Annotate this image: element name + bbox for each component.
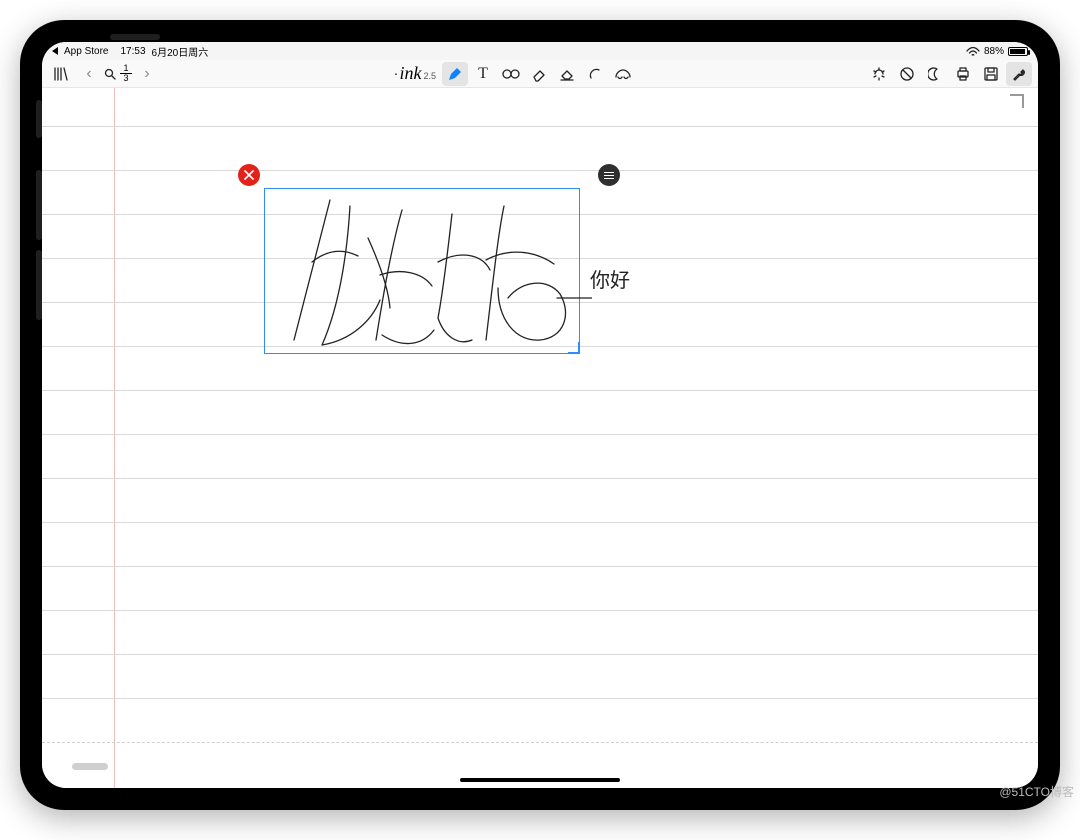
screen: App Store 17:53 6月20日周六 88% ‹ 1 3: [42, 42, 1038, 788]
page-indicator[interactable]: 1 3: [104, 64, 132, 83]
page-corner-icon: [1006, 94, 1024, 112]
rule-line: [42, 654, 1038, 655]
view-tool-icon[interactable]: [498, 62, 524, 86]
page-total: 3: [123, 74, 128, 83]
save-icon[interactable]: [978, 62, 1004, 86]
search-icon: [104, 68, 116, 80]
no-circle-icon[interactable]: [894, 62, 920, 86]
hw-button-top: [110, 34, 160, 40]
moon-icon[interactable]: [922, 62, 948, 86]
toolbar: ‹ 1 3 › ·ink2.5 T: [42, 60, 1038, 88]
rule-line: [42, 126, 1038, 127]
page-current: 1: [123, 64, 128, 73]
device-frame: App Store 17:53 6月20日周六 88% ‹ 1 3: [20, 20, 1060, 810]
wrench-icon[interactable]: [1006, 62, 1032, 86]
status-bar: App Store 17:53 6月20日周六 88%: [42, 42, 1038, 60]
rule-line: [42, 566, 1038, 567]
ink-brand: ·ink2.5: [390, 63, 440, 84]
clear-tool-icon[interactable]: [554, 62, 580, 86]
back-triangle-icon[interactable]: [52, 47, 58, 55]
status-time: 17:53: [120, 46, 145, 57]
rule-line: [42, 434, 1038, 435]
text-tool-icon[interactable]: T: [470, 62, 496, 86]
rule-line: [42, 478, 1038, 479]
rule-line: [42, 610, 1038, 611]
close-selection-button[interactable]: [238, 164, 260, 186]
status-back-label[interactable]: App Store: [64, 46, 108, 57]
gear-half-icon[interactable]: [866, 62, 892, 86]
bottom-slider[interactable]: [72, 763, 108, 770]
rule-line: [42, 522, 1038, 523]
home-indicator[interactable]: [460, 778, 620, 782]
close-icon: [244, 170, 254, 180]
wifi-icon: [966, 46, 980, 56]
battery-icon: [1008, 47, 1028, 56]
rule-line: [42, 390, 1038, 391]
undo-icon[interactable]: [582, 62, 608, 86]
battery-pct: 88%: [984, 46, 1004, 57]
recognized-text: 你好: [590, 264, 630, 293]
margin-line: [114, 88, 115, 788]
handwriting-ink: [272, 190, 592, 360]
lasso-tool-icon[interactable]: [610, 62, 636, 86]
page-prev-icon[interactable]: ‹: [76, 62, 102, 86]
library-icon[interactable]: [48, 62, 74, 86]
status-date: 6月20日周六: [152, 44, 209, 59]
rule-line-dashed: [42, 742, 1038, 743]
print-icon[interactable]: [950, 62, 976, 86]
watermark: @51CTO博客: [999, 783, 1074, 800]
rule-line: [42, 170, 1038, 171]
eraser-tool-icon[interactable]: [526, 62, 552, 86]
selection-menu-button[interactable]: [598, 164, 620, 186]
pen-tool-icon[interactable]: [442, 62, 468, 86]
rule-line: [42, 698, 1038, 699]
note-canvas[interactable]: 你好: [42, 88, 1038, 788]
page-next-icon[interactable]: ›: [134, 62, 160, 86]
